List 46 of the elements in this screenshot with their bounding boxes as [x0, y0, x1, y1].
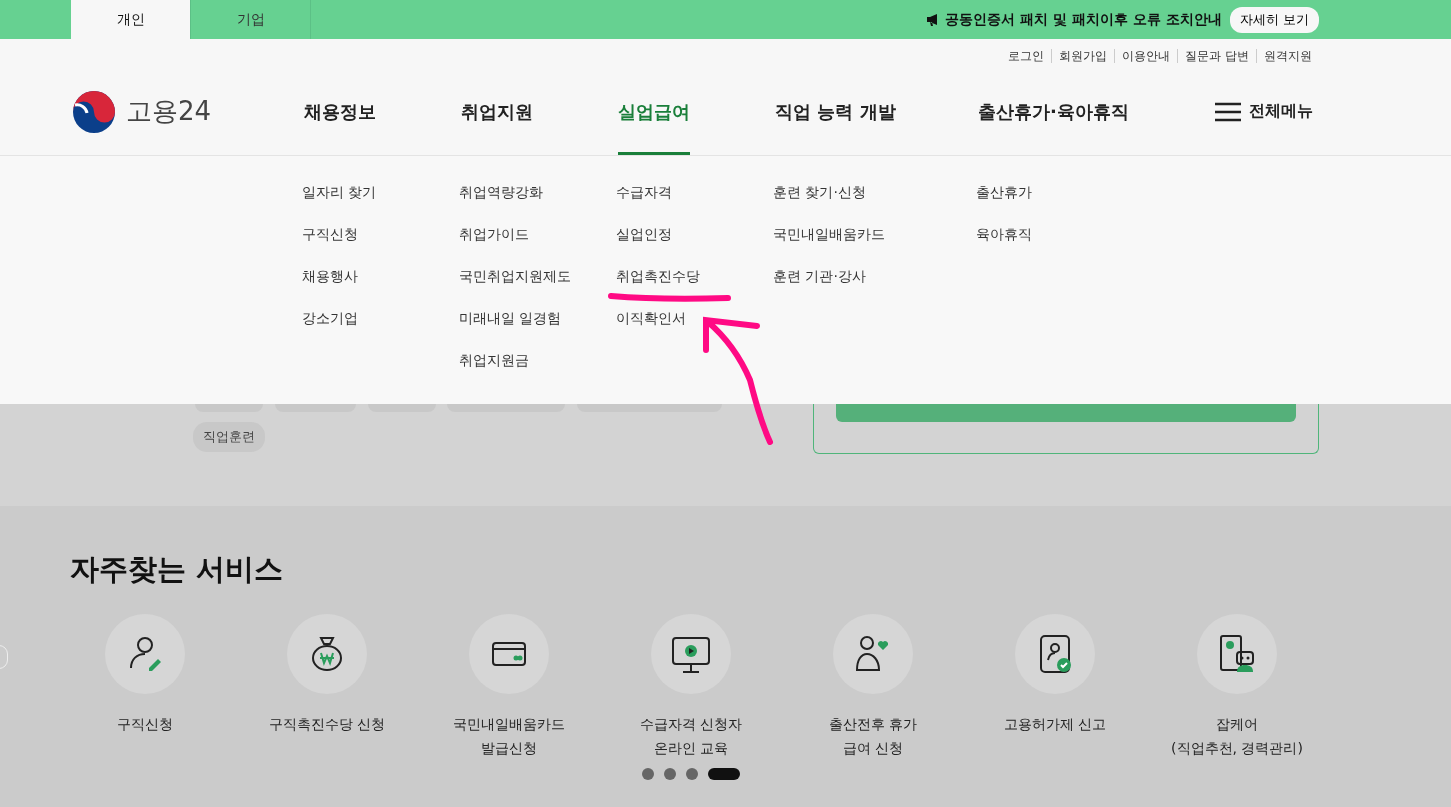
logo-text[interactable]: 고용24 [126, 94, 212, 129]
service-label[interactable]: 출산전후 휴가 급여 신청 [828, 712, 918, 760]
nav-item[interactable]: 취업지원 [461, 71, 533, 155]
menu-icon [1215, 101, 1241, 122]
submenu-item[interactable]: 국민취업지원제도 [459, 264, 616, 306]
logo-icon [72, 89, 116, 134]
submenu-item[interactable]: 실업인정 [616, 222, 773, 264]
service-label[interactable]: 구직촉진수당 신청 [268, 712, 386, 736]
util-link[interactable]: 회원가입 [1051, 49, 1115, 63]
util-link[interactable]: 원격지원 [1256, 49, 1319, 63]
notice-text[interactable]: 공동인증서 패치 및 패치이후 오류 조치안내 [926, 10, 1222, 29]
submenu-item[interactable]: 취업촉진수당 [616, 264, 773, 306]
nav-item[interactable]: 직업 능력 개발 [775, 71, 896, 155]
pagination-dot[interactable] [685, 768, 698, 780]
submenu-item[interactable]: 강소기업 [302, 306, 459, 348]
submenu-item[interactable]: 이직확인서 [616, 306, 773, 348]
submenu-item[interactable]: 취업역량강화 [459, 180, 616, 222]
submenu-item[interactable]: 출산휴가 [976, 180, 1176, 222]
details-button[interactable]: 자세히 보기 [1229, 6, 1319, 33]
submenu-item[interactable]: 육아휴직 [976, 222, 1176, 264]
service-label[interactable]: 국민내일배움카드 발급신청 [453, 712, 565, 760]
submenu-item[interactable]: 훈련 기관·강사 [773, 264, 976, 306]
util-link[interactable]: 질문과 답변 [1177, 49, 1256, 63]
all-menu-button[interactable]: 전체메뉴 [1209, 68, 1319, 155]
submenu-item[interactable]: 취업지원금 [459, 348, 616, 390]
pagination-dot[interactable] [663, 768, 676, 780]
nav-item[interactable]: 채용정보 [304, 71, 376, 155]
submenu-item[interactable]: 채용행사 [302, 264, 459, 306]
service-label[interactable]: 잡케어 (직업추천, 경력관리) [1171, 712, 1303, 760]
util-link[interactable]: 로그인 [1001, 49, 1052, 63]
audience-tab[interactable]: 개인 [71, 0, 191, 39]
pagination-dot[interactable] [641, 768, 654, 780]
submenu-item[interactable]: 훈련 찾기·신청 [773, 180, 976, 222]
service-label[interactable]: 수급자격 신청자 온라인 교육 [639, 712, 743, 760]
submenu-item[interactable]: 국민내일배움카드 [773, 222, 976, 264]
submenu-item[interactable]: 일자리 찾기 [302, 180, 459, 222]
service-label[interactable]: 고용허가제 신고 [1003, 712, 1107, 736]
submenu-item[interactable]: 취업가이드 [459, 222, 616, 264]
section-title: 자주찾는 서비스 [70, 551, 285, 588]
submenu-item[interactable]: 미래내일 일경험 [459, 306, 616, 348]
submenu-item[interactable]: 수급자격 [616, 180, 773, 222]
util-link[interactable]: 이용안내 [1114, 49, 1178, 63]
tag-chip[interactable]: 직업훈련 [193, 422, 265, 452]
submenu-item[interactable]: 구직신청 [302, 222, 459, 264]
service-label[interactable]: 구직신청 [117, 712, 173, 736]
nav-item[interactable]: 출산휴가·육아휴직 [978, 71, 1129, 155]
